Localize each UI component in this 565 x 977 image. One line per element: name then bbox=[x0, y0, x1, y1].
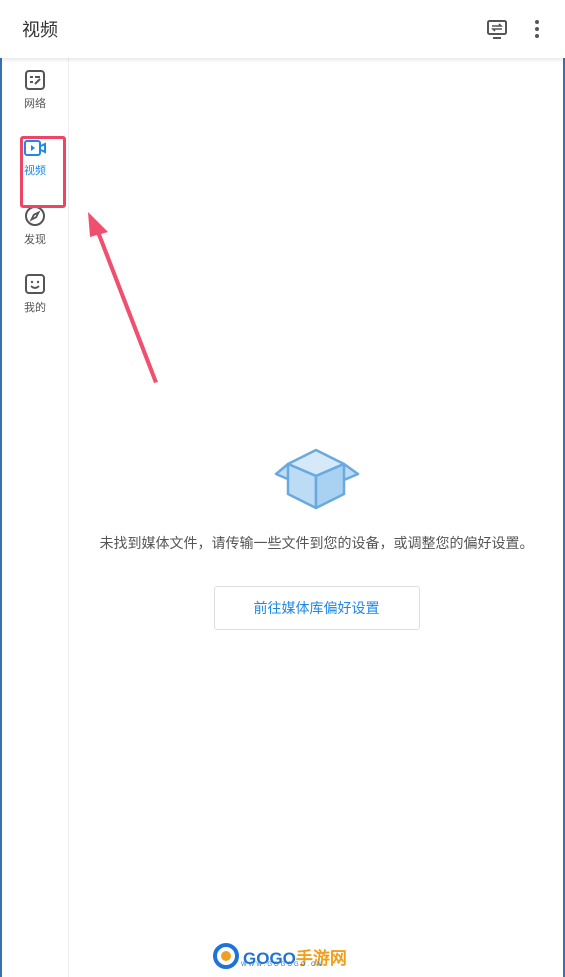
open-box-icon bbox=[274, 448, 359, 510]
compass-icon bbox=[25, 206, 45, 226]
network-list-icon bbox=[25, 70, 45, 90]
sidebar-item-label: 网络 bbox=[24, 97, 46, 110]
smiley-face-icon bbox=[25, 274, 45, 294]
watermark-url: WWW.GOGOGO.CN bbox=[241, 962, 324, 968]
cast-button[interactable] bbox=[477, 9, 517, 49]
sidebar-item-label: 我的 bbox=[24, 301, 46, 314]
annotation-arrow-icon bbox=[88, 212, 158, 383]
top-app-bar: 视频 bbox=[0, 0, 565, 58]
page-title: 视频 bbox=[22, 20, 58, 41]
watermark-logo: GOGO手游网 WWW.GOGOGO.CN bbox=[213, 941, 347, 971]
media-library-preferences-button[interactable]: 前往媒体库偏好设置 bbox=[213, 586, 420, 630]
sidebar-item-label: 发现 bbox=[24, 233, 46, 246]
annotation-highlight-box bbox=[20, 136, 66, 208]
empty-state: 未找到媒体文件，请传输一些文件到您的设备，或调整您的偏好设置。 前往媒体库偏好设… bbox=[70, 440, 563, 630]
more-vertical-icon bbox=[535, 20, 539, 38]
empty-state-message: 未找到媒体文件，请传输一些文件到您的设备，或调整您的偏好设置。 bbox=[99, 536, 534, 552]
cast-screen-icon bbox=[487, 20, 507, 39]
gogo-logo-icon bbox=[213, 943, 239, 969]
more-options-button[interactable] bbox=[517, 9, 557, 49]
sidebar-item-network[interactable]: 网络 bbox=[2, 60, 68, 120]
sidebar-item-me[interactable]: 我的 bbox=[2, 264, 68, 324]
